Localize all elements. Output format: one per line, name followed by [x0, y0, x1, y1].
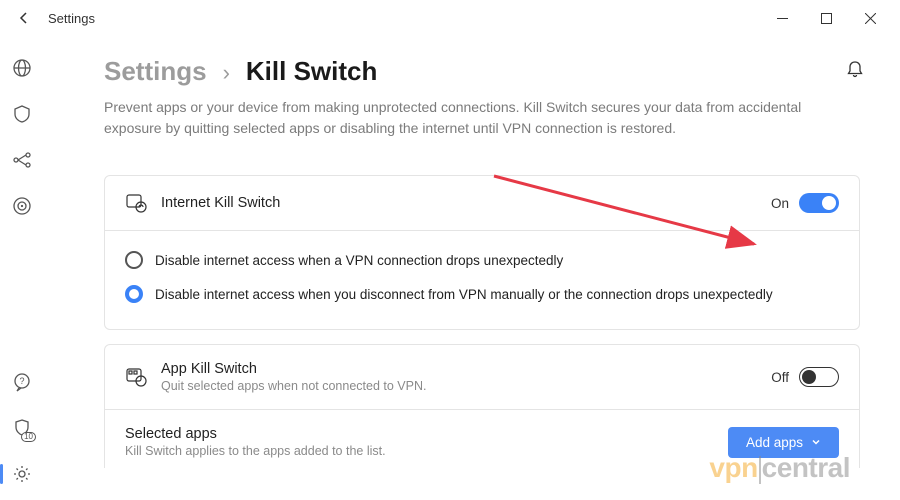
internet-ks-state-label: On [771, 196, 789, 211]
minimize-button[interactable] [760, 2, 804, 34]
internet-kill-switch-toggle[interactable] [799, 193, 839, 213]
sidebar: ? 10 [0, 36, 44, 500]
gear-icon [12, 464, 32, 484]
globe-icon [12, 58, 32, 78]
internet-kill-switch-row: Internet Kill Switch On [105, 176, 859, 230]
maximize-icon [821, 13, 832, 24]
chevron-down-icon [811, 437, 821, 447]
notifications-button[interactable] [846, 60, 864, 78]
add-apps-button[interactable]: Add apps [728, 427, 839, 458]
sidebar-item-guard[interactable]: 10 [10, 416, 34, 440]
breadcrumb: Settings › Kill Switch [104, 56, 860, 87]
app-kill-switch-row: App Kill Switch Quit selected apps when … [105, 345, 859, 409]
chat-icon: ? [12, 372, 32, 392]
shield-icon [12, 104, 32, 124]
sidebar-item-settings[interactable] [10, 462, 34, 486]
ks-option-manual-and-drop[interactable]: Disable internet access when you disconn… [125, 277, 839, 311]
content-pane: Settings › Kill Switch Prevent apps or y… [44, 36, 900, 500]
ks-option-label: Disable internet access when you disconn… [155, 287, 773, 302]
close-button[interactable] [848, 2, 892, 34]
app-ks-state-label: Off [771, 370, 789, 385]
app-ks-icon [125, 366, 147, 388]
maximize-button[interactable] [804, 2, 848, 34]
app-ks-title: App Kill Switch [161, 361, 426, 377]
internet-ks-options: Disable internet access when a VPN conne… [105, 231, 859, 329]
arrow-left-icon [16, 10, 32, 26]
target-icon [12, 196, 32, 216]
page-description: Prevent apps or your device from making … [104, 97, 824, 139]
sidebar-item-mesh[interactable] [10, 148, 34, 172]
mesh-icon [12, 150, 32, 170]
breadcrumb-root[interactable]: Settings [104, 56, 207, 87]
ks-option-auto-drop[interactable]: Disable internet access when a VPN conne… [125, 243, 839, 277]
sidebar-item-target[interactable] [10, 194, 34, 218]
sidebar-item-globe[interactable] [10, 56, 34, 80]
guard-badge: 10 [21, 432, 36, 442]
selected-apps-title: Selected apps [125, 426, 386, 442]
app-kill-switch-toggle[interactable] [799, 367, 839, 387]
sidebar-item-chat[interactable]: ? [10, 370, 34, 394]
selected-apps-row: Selected apps Kill Switch applies to the… [105, 410, 859, 468]
sidebar-item-shield[interactable] [10, 102, 34, 126]
selected-apps-subtitle: Kill Switch applies to the apps added to… [125, 444, 386, 458]
add-apps-label: Add apps [746, 435, 803, 450]
breadcrumb-separator: › [223, 60, 230, 86]
internet-kill-switch-title: Internet Kill Switch [161, 195, 280, 211]
breadcrumb-current: Kill Switch [246, 56, 377, 87]
minimize-icon [777, 13, 788, 24]
app-kill-switch-card: App Kill Switch Quit selected apps when … [104, 344, 860, 468]
internet-kill-switch-card: Internet Kill Switch On Disable internet… [104, 175, 860, 330]
kill-switch-icon [125, 192, 147, 214]
svg-text:?: ? [19, 376, 24, 386]
back-button[interactable] [8, 2, 40, 34]
window-title: Settings [48, 11, 95, 26]
close-icon [865, 13, 876, 24]
ks-option-label: Disable internet access when a VPN conne… [155, 253, 563, 268]
radio-icon [125, 285, 143, 303]
titlebar: Settings [0, 0, 900, 36]
app-ks-subtitle: Quit selected apps when not connected to… [161, 379, 426, 393]
bell-icon [846, 60, 864, 78]
radio-icon [125, 251, 143, 269]
